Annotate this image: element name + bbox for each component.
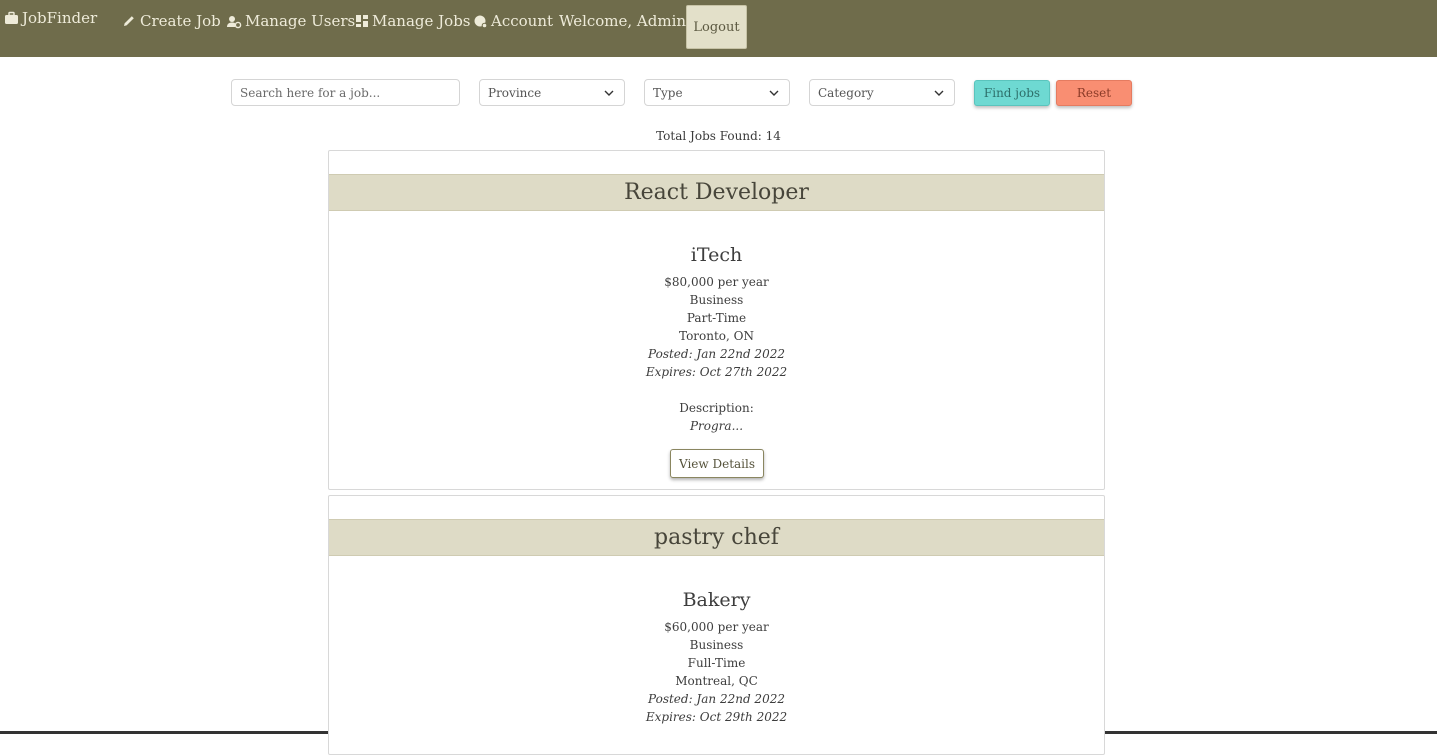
nav-manage-users[interactable]: Manage Users <box>226 10 355 32</box>
briefcase-icon <box>5 11 18 24</box>
nav-create-job[interactable]: Create Job <box>121 10 221 32</box>
job-type: Full-Time <box>687 656 746 670</box>
job-location: Toronto, ON <box>679 329 754 343</box>
job-category: Business <box>689 638 744 652</box>
province-select[interactable]: Province <box>479 79 625 106</box>
job-description: Progra... <box>689 419 744 433</box>
chevron-down-icon <box>934 90 944 96</box>
brand-name: JobFinder <box>22 9 98 27</box>
job-salary: $60,000 per year <box>664 620 769 634</box>
nav-account[interactable]: Account <box>473 10 553 32</box>
job-title: React Developer <box>329 174 1104 211</box>
job-card: React Developer iTech $80,000 per year B… <box>328 150 1105 490</box>
category-select[interactable]: Category <box>809 79 955 106</box>
reset-button[interactable]: Reset <box>1056 80 1132 106</box>
job-salary: $80,000 per year <box>664 275 769 289</box>
job-category: Business <box>689 293 744 307</box>
job-type: Part-Time <box>686 311 747 325</box>
job-posted-date: Posted: Jan 22nd 2022 <box>648 692 785 706</box>
nav-manage-jobs-label: Manage Jobs <box>372 12 471 30</box>
brand-link[interactable]: JobFinder <box>4 7 97 29</box>
job-expiry-date: Expires: Oct 27th 2022 <box>645 365 788 379</box>
job-title: pastry chef <box>329 519 1104 556</box>
total-jobs-count: Total Jobs Found: 14 <box>656 129 781 143</box>
account-settings-icon <box>474 15 488 28</box>
job-card: pastry chef Bakery $60,000 per year Busi… <box>328 495 1105 755</box>
job-posted-date: Posted: Jan 22nd 2022 <box>648 347 785 361</box>
chevron-down-icon <box>769 90 779 96</box>
chevron-down-icon <box>604 90 614 96</box>
nav-account-label: Account <box>491 12 554 30</box>
welcome-text: Welcome, Admin <box>559 12 687 30</box>
job-location: Montreal, QC <box>675 674 758 688</box>
job-company: iTech <box>690 244 743 266</box>
logout-button[interactable]: Logout <box>686 5 747 49</box>
dashboard-icon <box>356 15 368 27</box>
type-select-value: Type <box>653 85 683 100</box>
type-select[interactable]: Type <box>644 79 790 106</box>
pencil-icon <box>124 16 134 26</box>
find-jobs-button[interactable]: Find jobs <box>974 80 1050 106</box>
nav-manage-jobs[interactable]: Manage Jobs <box>355 10 471 32</box>
top-navbar: JobFinder Create Job Manage Users Manage… <box>0 0 1437 57</box>
job-description-label: Description: <box>679 401 754 415</box>
nav-manage-users-label: Manage Users <box>245 12 356 30</box>
category-select-value: Category <box>818 85 874 100</box>
nav-create-job-label: Create Job <box>140 12 221 30</box>
job-expiry-date: Expires: Oct 29th 2022 <box>645 710 788 724</box>
job-company: Bakery <box>682 589 751 611</box>
user-gear-icon <box>227 16 242 29</box>
province-select-value: Province <box>488 85 542 100</box>
view-details-button[interactable]: View Details <box>670 449 764 478</box>
search-input[interactable] <box>231 79 460 106</box>
